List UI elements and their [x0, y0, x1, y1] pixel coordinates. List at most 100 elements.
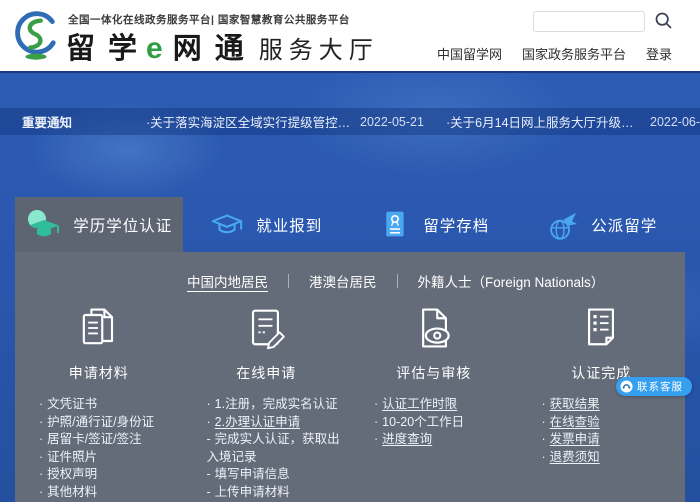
list-link[interactable]: ·进度查询 — [374, 431, 510, 449]
column-title: 申请材料 — [69, 363, 129, 383]
list-item-text: 认证工作时限 — [382, 397, 457, 411]
tab-label: 学历学位认证 — [73, 214, 172, 236]
column-title: 在线申请 — [236, 363, 296, 383]
list-item: · 文凭证书 — [39, 396, 175, 414]
bullet: · — [39, 415, 43, 429]
bullet: - — [207, 432, 211, 446]
graduation-cap-filled-icon — [25, 207, 61, 243]
link-china-study-abroad-net[interactable]: 中国留学网 — [437, 44, 502, 63]
list-item: ·10-20个工作日 — [374, 414, 510, 432]
audience-foreign-nationals[interactable]: 外籍人士（Foreign Nationals） — [418, 271, 605, 291]
bullet: · — [39, 432, 43, 446]
site-title-suffix: 服务大厅 — [259, 30, 379, 65]
customer-service-icon — [620, 380, 633, 393]
list-item: · 授权声明 — [39, 466, 175, 484]
list-item-text: 文凭证书 — [47, 397, 97, 411]
list-link[interactable]: · 认证工作时限 — [374, 396, 510, 414]
site-title: 留学 e 网通 服务大厅 — [66, 25, 379, 67]
search-button[interactable] — [652, 10, 674, 32]
contact-support-badge[interactable]: 联系客服 — [616, 377, 692, 396]
notice-date-1: 2022-05-21 — [360, 115, 434, 129]
list-link[interactable]: ·在线查验 — [542, 414, 678, 432]
list-item-text: 发票申请 — [550, 432, 600, 446]
audience-hk-macao-taiwan[interactable]: 港澳台居民 — [309, 271, 377, 291]
tab-study-abroad-archive[interactable]: 留学存档 — [350, 197, 518, 252]
list-item: · 其他材料 — [39, 484, 175, 502]
column-certification-complete: 认证完成 ·获取结果·在线查验·发票申请·退费须知 — [518, 302, 686, 502]
list-item-text: 填写申请信息 — [215, 467, 290, 481]
list-item-text: 授权声明 — [47, 467, 97, 481]
tab-employment-registration[interactable]: 就业报到 — [183, 197, 351, 252]
column-list: ·获取结果·在线查验·发票申请·退费须知 — [518, 396, 686, 466]
tab-label: 就业报到 — [256, 214, 322, 236]
notice-bar: 重要通知 ·关于落实海淀区全域实行提级管控措... 2022-05-21 ·关于… — [0, 108, 700, 135]
link-national-gov-service-platform[interactable]: 国家政务服务平台 — [522, 44, 626, 63]
list-item-text: 证件照片 — [47, 450, 97, 464]
tab-label: 留学存档 — [423, 214, 489, 236]
page: 全国一体化在线政务服务平台| 国家智慧教育公共服务平台 留学 e 网通 服务大厅… — [0, 0, 700, 502]
column-header: 认证完成 — [518, 302, 686, 383]
list-item-text: 1.注册，完成实名认证 — [215, 397, 338, 411]
notice-date-2: 2022-06-14 — [650, 115, 700, 129]
tab-government-sponsored-study[interactable]: 公派留学 — [518, 197, 686, 252]
document-eye-icon — [408, 302, 460, 354]
column-online-application: 在线申请 ·1.注册，完成实名认证·2.办理认证申请-完成实人认证，获取出入境记… — [183, 302, 351, 502]
list-link[interactable]: ·2.办理认证申请 — [207, 414, 343, 432]
bullet: - — [207, 485, 211, 499]
bullet: - — [207, 467, 211, 481]
audience-mainland-china[interactable]: 中国内地居民 — [187, 271, 268, 291]
list-item: -完成实人认证，获取出入境记录 — [207, 431, 343, 466]
notice-item-2[interactable]: ·关于6月14日网上服务大厅升级运维的... — [446, 112, 644, 131]
notice-item-1[interactable]: ·关于落实海淀区全域实行提级管控措... — [146, 112, 354, 131]
column-list: · 认证工作时限 ·10-20个工作日·进度查询 — [350, 396, 518, 449]
bullet: · — [374, 397, 378, 411]
plane-globe-icon — [545, 208, 579, 242]
list-item-text: 完成实人认证，获取出入境记录 — [207, 432, 340, 464]
header: 全国一体化在线政务服务平台| 国家智慧教育公共服务平台 留学 e 网通 服务大厅… — [0, 0, 700, 73]
documents-icon — [73, 302, 125, 354]
list-link[interactable]: ·退费须知 — [542, 449, 678, 467]
contact-support-label: 联系客服 — [637, 379, 683, 394]
bullet: · — [207, 397, 211, 411]
service-tabs: 学历学位认证 就业报到 留学存档 — [15, 197, 685, 252]
form-pencil-icon — [240, 302, 292, 354]
search-input[interactable] — [533, 11, 645, 32]
bullet: · — [39, 467, 43, 481]
cscse-logo-icon — [12, 8, 60, 64]
certification-panel: 中国内地居民 港澳台居民 外籍人士（Foreign Nationals） — [15, 252, 685, 502]
list-item: -上传申请材料 — [207, 484, 343, 502]
tab-label: 公派留学 — [591, 214, 657, 236]
column-evaluation-review: 评估与审核 · 认证工作时限 ·10-20个工作日·进度查询 — [350, 302, 518, 502]
column-application-materials: 申请材料 ·文凭证书·护照/通行证/身份证·居留卡/签证/签注·证件照片·授权声… — [15, 302, 183, 502]
header-links: 中国留学网 国家政务服务平台 登录 — [437, 44, 672, 63]
banner: 重要通知 ·关于落实海淀区全域实行提级管控措... 2022-05-21 ·关于… — [0, 73, 700, 502]
bullet: · — [374, 415, 378, 429]
bullet: · — [542, 432, 546, 446]
list-item: · 证件照片 — [39, 449, 175, 467]
column-list: ·1.注册，完成实名认证·2.办理认证申请-完成实人认证，获取出入境记录-填写申… — [183, 396, 351, 502]
bullet: · — [542, 450, 546, 464]
list-item: ·护照/通行证/身份证 — [39, 414, 175, 432]
bullet: · — [39, 485, 43, 499]
column-title: 评估与审核 — [396, 363, 471, 383]
search-icon — [653, 10, 674, 31]
list-link[interactable]: · 发票申请 — [542, 431, 678, 449]
list-item-text: 其他材料 — [47, 485, 97, 499]
list-item: · 1.注册，完成实名认证 — [207, 396, 343, 414]
bullet: · — [542, 397, 546, 411]
process-columns: 申请材料 ·文凭证书·护照/通行证/身份证·居留卡/签证/签注·证件照片·授权声… — [15, 302, 685, 502]
column-header: 申请材料 — [15, 302, 183, 383]
login-link[interactable]: 登录 — [646, 44, 672, 63]
list-link[interactable]: · 获取结果 — [542, 396, 678, 414]
bullet: · — [39, 450, 43, 464]
tab-degree-certification[interactable]: 学历学位认证 — [15, 197, 183, 252]
site-title-cn2: 网通 — [173, 25, 257, 67]
list-item-text: 居留卡/签证/签注 — [47, 432, 141, 446]
bullet: · — [374, 432, 378, 446]
list-item-text: 获取结果 — [550, 397, 600, 411]
notice-label: 重要通知 — [22, 112, 146, 131]
audience-tabs: 中国内地居民 港澳台居民 外籍人士（Foreign Nationals） — [15, 252, 685, 294]
bullet: · — [39, 397, 43, 411]
list-item-text: 在线查验 — [550, 415, 600, 429]
column-header: 评估与审核 — [350, 302, 518, 383]
